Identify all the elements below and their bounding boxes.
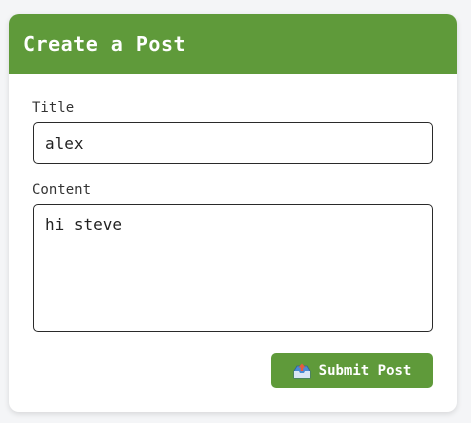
page-title: Create a Post: [23, 32, 187, 56]
submit-button-label: Submit Post: [318, 362, 412, 379]
content-label: Content: [32, 182, 92, 198]
title-input[interactable]: [33, 122, 433, 164]
create-post-card: Create a Post Title Content hi steve Sub…: [9, 14, 457, 412]
title-label: Title: [32, 100, 75, 116]
content-textarea[interactable]: hi steve: [33, 204, 433, 332]
submit-post-button[interactable]: Submit Post: [271, 353, 433, 388]
card-header: Create a Post: [9, 14, 457, 74]
outbox-tray-icon: [293, 363, 311, 379]
